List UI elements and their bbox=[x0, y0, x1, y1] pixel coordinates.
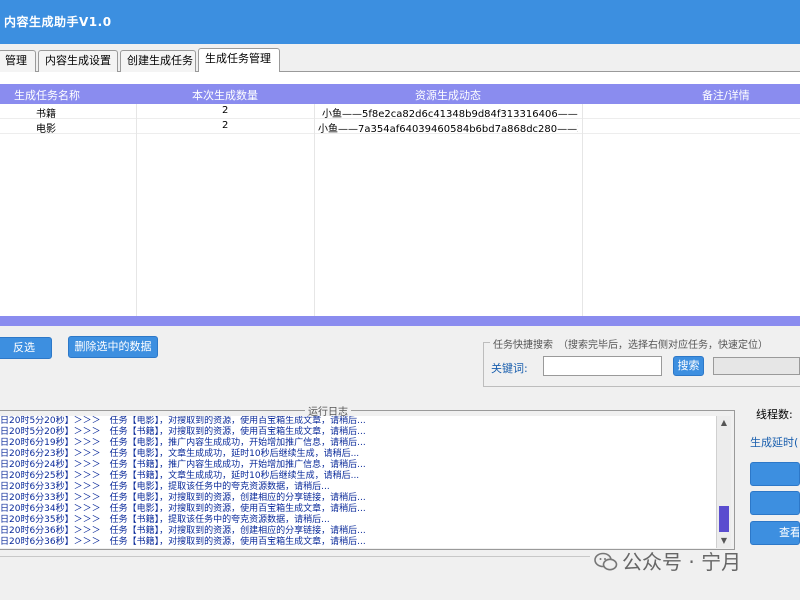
table-bottom-band bbox=[0, 316, 800, 326]
view-button[interactable]: 查看 bbox=[750, 521, 800, 545]
side-action-button-1[interactable] bbox=[750, 462, 800, 486]
invert-selection-button[interactable]: 反选 bbox=[0, 337, 52, 359]
threads-label: 线程数: bbox=[756, 408, 793, 421]
log-line: 日20时5分20秒】＞＞＞ 任务【书籍】，对搜取到的资源，使用百宝箱生成文章，请… bbox=[0, 427, 366, 437]
tab-task-management[interactable]: 生成任务管理 bbox=[198, 48, 280, 73]
log-line: 日20时6分36秒】＞＞＞ 任务【书籍】，对搜取到的资源，创建相应的分享链接，请… bbox=[0, 526, 366, 536]
column-divider bbox=[314, 104, 315, 320]
delete-selected-button[interactable]: 删除选中的数据 bbox=[68, 336, 158, 358]
column-header-task-name[interactable]: 生成任务名称 bbox=[14, 87, 80, 103]
log-line: 日20时5分20秒】＞＞＞ 任务【电影】，对搜取到的资源，使用百宝箱生成文章，请… bbox=[0, 416, 366, 426]
log-line: 日20时6分35秒】＞＞＞ 任务【书籍】，提取该任务中的夸克资源数据，请稍后..… bbox=[0, 515, 330, 525]
log-line: 日20时6分33秒】＞＞＞ 任务【电影】，提取该任务中的夸克资源数据，请稍后..… bbox=[0, 482, 330, 492]
tab-bar: 管理 内容生成设置 创建生成任务 生成任务管理 bbox=[0, 48, 800, 73]
window-title: 内容生成助手V1.0 bbox=[4, 15, 112, 29]
generation-delay-label: 生成延时( bbox=[750, 436, 799, 449]
search-button[interactable]: 搜索 bbox=[673, 356, 704, 376]
keyword-label: 关键词: bbox=[491, 362, 528, 375]
tab-content-settings[interactable]: 内容生成设置 bbox=[38, 50, 118, 72]
scroll-thumb[interactable] bbox=[719, 506, 729, 532]
log-scrollbar[interactable]: ▲ ▼ bbox=[716, 416, 731, 548]
column-header-status[interactable]: 资源生成动态 bbox=[415, 87, 481, 103]
log-line: 日20时6分34秒】＞＞＞ 任务【电影】，对搜取到的资源，使用百宝箱生成文章，请… bbox=[0, 504, 366, 514]
log-line: 日20时6分19秒】＞＞＞ 任务【电影】，推广内容生成成功，开始增加推广信息，请… bbox=[0, 438, 366, 448]
log-line: 日20时6分33秒】＞＞＞ 任务【电影】，对搜取到的资源，创建相应的分享链接，请… bbox=[0, 493, 366, 503]
task-search-title: 任务快捷搜索 （搜索完毕后，选择右侧对应任务，快速定位） bbox=[490, 336, 800, 351]
count-cell: 2 bbox=[222, 105, 229, 116]
table-row[interactable]: 书籍 2 小鱼——5f8e2ca82d6c41348b9d84f31331640… bbox=[0, 105, 800, 120]
column-header-note[interactable]: 备注/详情 bbox=[702, 87, 750, 103]
task-table: 生成任务名称 本次生成数量 资源生成动态 备注/详情 书籍 2 小鱼——5f8e… bbox=[0, 72, 800, 320]
row-divider bbox=[0, 133, 800, 134]
table-row[interactable]: 电影 2 小鱼——7a354af64039460584b6bd7a868dc28… bbox=[0, 120, 800, 135]
side-action-button-2[interactable] bbox=[750, 491, 800, 515]
tab-create-task[interactable]: 创建生成任务 bbox=[120, 50, 196, 72]
wechat-icon bbox=[594, 552, 618, 571]
log-line: 日20时6分24秒】＞＞＞ 任务【书籍】，推广内容生成成功，开始增加推广信息，请… bbox=[0, 460, 366, 470]
table-header: 生成任务名称 本次生成数量 资源生成动态 备注/详情 bbox=[0, 84, 800, 104]
watermark: 公众号 · 宁月 bbox=[594, 546, 741, 575]
log-line: 日20时6分25秒】＞＞＞ 任务【书籍】，文章生成成功，延时10秒后继续生成，请… bbox=[0, 471, 360, 481]
log-line: 日20时6分23秒】＞＞＞ 任务【电影】，文章生成成功，延时10秒后继续生成，请… bbox=[0, 449, 360, 459]
column-divider bbox=[136, 104, 137, 320]
bottom-divider bbox=[0, 556, 590, 557]
count-cell: 2 bbox=[222, 120, 229, 131]
tab-management[interactable]: 管理 bbox=[0, 50, 36, 72]
watermark-text: 公众号 · 宁月 bbox=[622, 550, 742, 574]
column-divider bbox=[582, 104, 583, 320]
column-header-count[interactable]: 本次生成数量 bbox=[192, 87, 258, 103]
run-log[interactable]: 日20时5分20秒】＞＞＞ 任务【电影】，对搜取到的资源，使用百宝箱生成文章，请… bbox=[0, 416, 716, 548]
row-divider bbox=[0, 118, 800, 119]
keyword-input[interactable] bbox=[543, 356, 662, 376]
task-select-dropdown[interactable] bbox=[713, 357, 800, 375]
log-line: 日20时6分36秒】＞＞＞ 任务【书籍】，对搜取到的资源，使用百宝箱生成文章，请… bbox=[0, 537, 366, 547]
scroll-up-icon[interactable]: ▲ bbox=[717, 416, 731, 430]
title-bar: 内容生成助手V1.0 bbox=[0, 0, 800, 44]
